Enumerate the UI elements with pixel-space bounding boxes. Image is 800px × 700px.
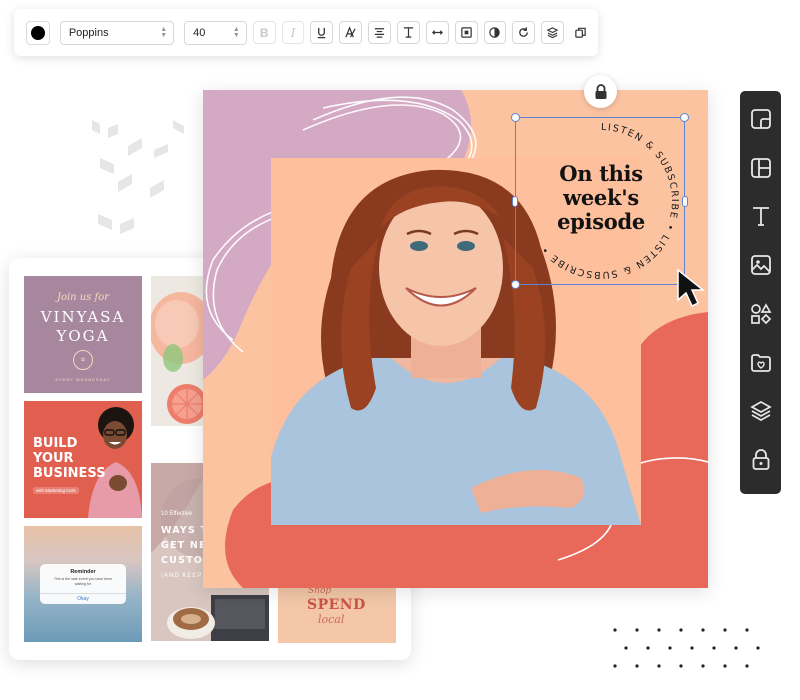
template-spend-local[interactable]: Shop SPEND local <box>278 588 396 643</box>
image-icon <box>750 255 771 276</box>
layers-button[interactable] <box>541 21 565 44</box>
redo-icon <box>519 27 529 37</box>
lock-icon <box>752 449 769 471</box>
font-size-select[interactable]: 40 ▲ ▼ <box>184 20 247 45</box>
italic-icon: I <box>290 25 296 40</box>
redo-button[interactable] <box>512 21 536 44</box>
template-ways-line4: (AND KEEP <box>161 573 203 579</box>
lock-button[interactable] <box>584 75 617 108</box>
color-swatch-icon <box>30 25 45 40</box>
sidebar-elements[interactable] <box>746 299 776 329</box>
sidebar-uploads[interactable] <box>746 348 776 378</box>
folder-icon <box>750 353 771 372</box>
underline-button[interactable] <box>310 21 334 44</box>
select-arrows-icon: ▲ ▼ <box>160 25 168 39</box>
layout-icon <box>750 157 771 178</box>
frame-icon <box>460 27 472 38</box>
vertical-align-icon <box>403 27 414 38</box>
template-business-line1: BUILD <box>33 436 78 451</box>
mouse-cursor-icon <box>677 268 706 308</box>
template-yoga-seal: ✿ <box>73 350 93 370</box>
template-business-sub: with Marketing tools <box>33 487 79 494</box>
template-grapefruit[interactable] <box>151 276 203 426</box>
text-color-button[interactable] <box>26 20 50 45</box>
template-ways-tag: 10 Effective <box>161 511 193 517</box>
align-center-button[interactable] <box>368 21 392 44</box>
duplicate-button[interactable] <box>570 21 590 44</box>
font-size-value: 40 <box>193 26 206 39</box>
transparency-icon <box>489 27 501 38</box>
letter-spacing-icon <box>431 30 443 35</box>
bold-button[interactable]: B <box>252 21 276 44</box>
sidebar-layouts[interactable] <box>746 153 776 183</box>
template-yoga-line2: YOGA <box>56 327 110 345</box>
sidebar-lock[interactable] <box>746 445 776 475</box>
template-icon <box>750 108 771 129</box>
reminder-okay: Okay <box>40 593 126 604</box>
headline-text-block[interactable]: LISTEN & SUBSCRIBE • LISTEN & SUBSCRIBE … <box>517 116 685 286</box>
layers-icon <box>546 27 559 39</box>
reminder-message: This is the sale event you have been wai… <box>53 577 113 586</box>
lock-icon <box>595 83 606 99</box>
underline-icon <box>318 27 326 39</box>
layers-icon <box>749 401 772 422</box>
template-spend-line2: SPEND <box>307 597 366 613</box>
decorative-chevrons <box>92 120 184 234</box>
template-business-line3: BUSINESS <box>33 466 106 481</box>
select-arrows-icon: ▲ ▼ <box>232 25 240 39</box>
sidebar-templates[interactable] <box>746 104 776 134</box>
business-woman-photo <box>88 407 142 518</box>
transparency-button[interactable] <box>483 21 507 44</box>
template-vinyasa-yoga[interactable]: Join us for VINYASA YOGA ✿ EVERY WEDNESD… <box>24 276 142 393</box>
sidebar-layers[interactable] <box>746 397 776 427</box>
template-reminder[interactable]: Reminder This is the sale event you have… <box>24 526 142 642</box>
template-business-line2: YOUR <box>33 451 74 466</box>
template-ways-line1: WAYS T <box>161 525 209 536</box>
font-family-value: Poppins <box>68 26 109 39</box>
bold-icon: B <box>259 25 269 40</box>
shapes-icon <box>750 303 771 325</box>
reminder-title: Reminder <box>70 569 96 575</box>
template-yoga-footer: EVERY WEDNESDAY <box>55 377 111 382</box>
template-spend-line3: local <box>318 613 345 626</box>
italic-button[interactable]: I <box>281 21 305 44</box>
vertical-align-button[interactable] <box>397 21 420 44</box>
tools-sidebar <box>740 91 781 494</box>
duplicate-icon <box>574 27 586 38</box>
frame-button[interactable] <box>454 21 478 44</box>
text-style-icon <box>345 26 356 38</box>
reminder-dialog-card: Reminder This is the sale event you have… <box>40 564 126 604</box>
template-yoga-script: Join us for <box>56 292 110 303</box>
text-icon <box>752 207 769 227</box>
design-canvas[interactable]: LISTEN & SUBSCRIBE • LISTEN & SUBSCRIBE … <box>203 90 708 588</box>
align-center-icon <box>374 28 385 38</box>
template-ways-line2: GET NE <box>161 540 207 551</box>
text-style-button[interactable] <box>339 21 363 44</box>
sidebar-images[interactable] <box>746 250 776 280</box>
grapefruit-photo <box>151 276 203 426</box>
sidebar-text[interactable] <box>746 202 776 232</box>
headline-text: On this week's episode <box>557 161 645 234</box>
text-toolbar: Poppins ▲ ▼ 40 ▲ ▼ B I <box>14 9 598 56</box>
template-build-business[interactable]: BUILD YOUR BUSINESS with Marketing tools <box>24 401 142 518</box>
decorative-dots <box>613 628 760 668</box>
template-spend-line1: Shop <box>308 588 332 596</box>
letter-spacing-button[interactable] <box>425 21 449 44</box>
font-family-select[interactable]: Poppins ▲ ▼ <box>59 20 175 45</box>
template-yoga-line1: VINYASA <box>40 308 126 326</box>
